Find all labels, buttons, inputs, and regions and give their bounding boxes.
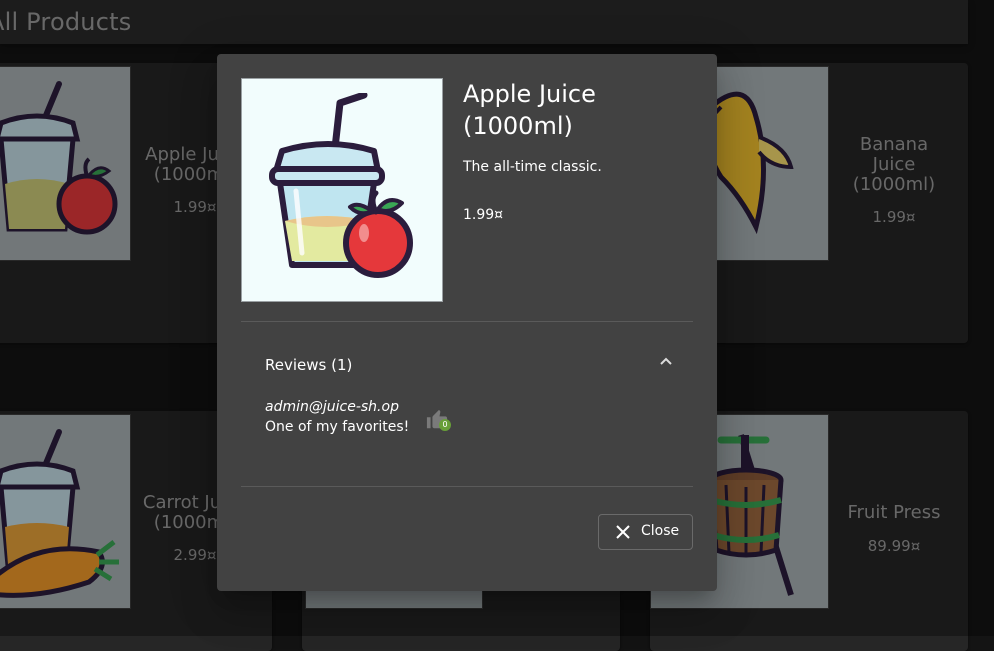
divider bbox=[241, 321, 693, 322]
product-detail-description: The all-time classic. bbox=[463, 159, 602, 175]
product-detail-name: Apple Juice (1000ml) bbox=[463, 80, 596, 140]
close-button[interactable]: Close bbox=[598, 514, 693, 550]
reviews-title: Reviews (1) bbox=[265, 356, 353, 374]
like-review-button[interactable]: 0 bbox=[423, 408, 457, 436]
divider bbox=[241, 486, 693, 487]
review-message: One of my favorites! bbox=[265, 419, 410, 435]
product-detail-image bbox=[241, 78, 443, 302]
close-button-label: Close bbox=[641, 523, 680, 539]
like-count-badge: 0 bbox=[439, 419, 451, 431]
product-details-dialog: Apple Juice (1000ml) The all-time classi… bbox=[217, 54, 717, 591]
review-author: admin@juice-sh.op bbox=[265, 399, 399, 415]
apple-juice-detail-illustration bbox=[269, 93, 413, 278]
close-icon bbox=[616, 525, 630, 539]
chevron-up-icon bbox=[660, 357, 672, 365]
product-detail-price: 1.99¤ bbox=[463, 207, 504, 223]
reviews-expansion-header[interactable]: Reviews (1) bbox=[241, 339, 693, 389]
